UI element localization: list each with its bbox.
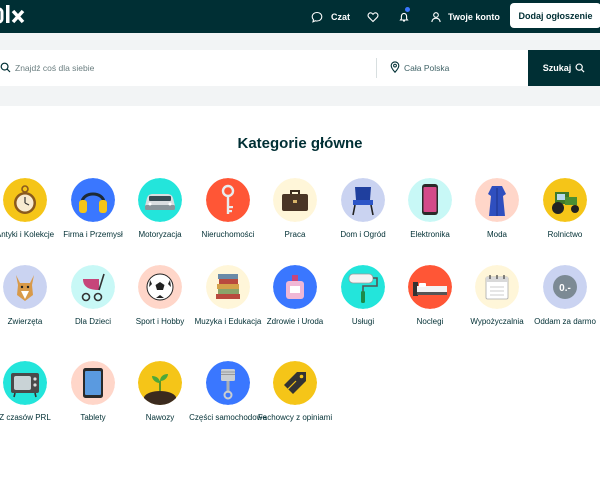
search-section: Cała Polska Szukaj [0,33,600,106]
user-icon [431,11,441,22]
category-fachowcy-z-opiniami[interactable]: Fachowcy z opiniami [255,361,335,423]
search-button[interactable]: Szukaj [528,50,600,86]
account-label: Twoje konto [448,11,500,22]
retro-tv-icon [3,361,47,405]
sprout-icon [138,361,182,405]
svg-text:0.-: 0.- [559,283,571,294]
tablet-icon [71,361,115,405]
categories-title: Kategorie główne [237,135,363,152]
chat-bubble-icon [311,11,323,23]
key-icon [206,178,250,222]
account-link[interactable]: Twoje konto [430,0,500,33]
pocket-watch-icon [3,178,47,222]
location-pin-icon [390,61,400,73]
search-icon [0,62,11,73]
ear-muffs-icon [71,178,115,222]
books-icon [206,265,250,309]
category-rolnictwo[interactable]: Rolnictwo [525,178,600,240]
search-divider [376,58,377,78]
category-oddam-za-darmo[interactable]: 0.- Oddam za darmo [525,265,600,327]
olx-logo[interactable]: olx [0,2,32,28]
search-input[interactable] [15,59,355,77]
chair-icon [341,178,385,222]
bed-icon [408,265,452,309]
piston-icon [206,361,250,405]
search-icon [575,63,585,73]
search-button-label: Szukaj [542,63,572,73]
smartphone-icon [408,178,452,222]
briefcase-icon [273,178,317,222]
location-field[interactable]: Cała Polska [404,63,449,73]
heart-icon [367,11,379,22]
tractor-icon [543,178,587,222]
search-bar: Cała Polska [0,50,528,86]
top-navigation-bar: olx Czat Twoje konto Dodaj ogłoszenie [0,0,600,33]
notification-dot [405,7,410,12]
notifications-button[interactable] [398,0,410,33]
category-label: Rolnictwo [547,230,583,239]
stroller-icon [71,265,115,309]
car-icon [138,178,182,222]
tag-icon [273,361,317,405]
chat-label: Czat [331,11,351,22]
perfume-icon [273,265,317,309]
zero-price-icon: 0.- [543,265,587,309]
dress-icon [475,178,519,222]
soccer-ball-icon [138,265,182,309]
post-ad-button[interactable]: Dodaj ogłoszenie [510,3,600,28]
chat-link[interactable]: Czat [311,0,350,33]
bell-icon [399,12,409,22]
favorites-button[interactable] [367,0,379,33]
category-label: Fachowcy z opiniami [257,413,333,422]
paint-roller-icon [341,265,385,309]
calendar-icon [475,265,519,309]
category-label: Oddam za darmo [534,317,596,326]
dog-icon [3,265,47,309]
